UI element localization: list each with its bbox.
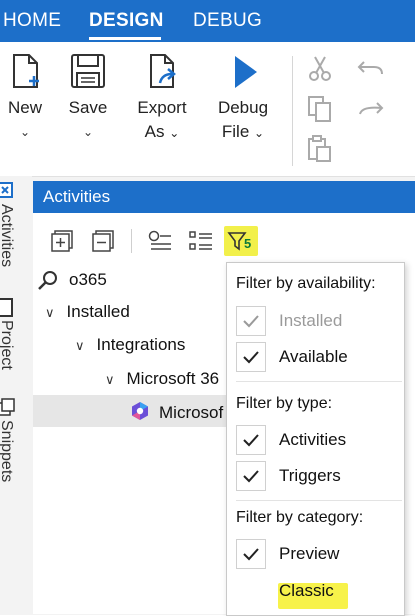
panel-title: Activities (33, 181, 415, 213)
tree-label: Microsof (159, 403, 224, 422)
cut-icon[interactable] (306, 54, 334, 82)
toolbar-divider (131, 229, 132, 253)
option-label: Classic (279, 581, 334, 600)
filter-option-preview[interactable]: Preview (236, 539, 396, 573)
debug-label-2: File (221, 122, 250, 141)
menu-divider (236, 500, 402, 501)
activities-icon (0, 182, 13, 198)
option-label: Triggers (279, 466, 341, 485)
filter-option-triggers[interactable]: Triggers (236, 461, 396, 495)
list-view-icon[interactable] (188, 229, 214, 253)
save-button[interactable]: Save ⌄ (66, 52, 110, 144)
export-label-1: Export (137, 98, 187, 117)
checkbox[interactable] (236, 425, 266, 455)
collapse-all-icon[interactable] (91, 229, 115, 253)
option-label: Preview (279, 544, 340, 563)
save-label: Save (68, 98, 108, 117)
filter-option-available[interactable]: Available (236, 342, 396, 376)
option-label: Available (279, 347, 348, 366)
side-tab-label: Project (0, 320, 15, 370)
checkmark-icon (243, 434, 259, 447)
chevron-down-icon: ∨ (75, 338, 85, 353)
availability-heading: Filter by availability: (236, 275, 376, 292)
debug-label-1: Debug (217, 98, 269, 117)
snippets-icon (0, 398, 15, 416)
ribbon: New ⌄ Save ⌄ Export As ⌄ Debug File ⌄ (0, 42, 415, 176)
active-tab-indicator (89, 37, 161, 40)
checkmark-icon (243, 470, 259, 483)
filter-count-badge: 5 (244, 236, 252, 251)
tree-item-microsoft-365[interactable]: ∨ Microsoft 36 (105, 369, 219, 399)
checkmark-icon (243, 315, 259, 328)
filter-option-installed[interactable]: Installed (236, 306, 396, 340)
chevron-down-icon: ∨ (105, 372, 115, 387)
debug-file-button[interactable]: Debug File ⌄ (212, 52, 274, 145)
tab-home[interactable]: HOME (3, 10, 61, 32)
save-icon (71, 54, 105, 88)
new-label: New (7, 98, 42, 117)
option-label: Activities (279, 430, 347, 449)
side-tab-activities[interactable]: Activities (0, 182, 27, 290)
filter-dropdown: Filter by availability: Installed Availa… (226, 262, 405, 616)
chevron-down-icon: ⌄ (254, 126, 265, 140)
tree-label: Integrations (96, 335, 186, 354)
tree-item-microsoft-activity[interactable]: Microsof (129, 400, 223, 430)
checkbox[interactable] (236, 461, 266, 491)
checkmark-icon (243, 548, 259, 561)
side-tab-snippets[interactable]: Snippets (0, 398, 27, 508)
search-icon (38, 271, 57, 290)
expand-all-icon[interactable] (50, 229, 74, 253)
menu-divider (236, 381, 402, 382)
filter-button[interactable]: 5 (224, 226, 258, 256)
checkbox[interactable] (236, 539, 266, 569)
checkbox[interactable] (236, 306, 266, 336)
filter-option-classic[interactable]: Classic (236, 576, 396, 610)
side-tab-project[interactable]: Project (0, 298, 27, 388)
play-icon (235, 56, 257, 88)
checkmark-icon (243, 351, 259, 364)
tree-item-installed[interactable]: ∨ Installed (45, 302, 130, 332)
top-tab-bar: HOME DESIGN DEBUG (0, 0, 415, 42)
tab-design[interactable]: DESIGN (89, 10, 164, 32)
chevron-down-icon: ⌄ (19, 125, 31, 139)
microsoft-365-icon (132, 402, 148, 420)
copy-icon[interactable] (306, 94, 334, 124)
chevron-down-icon: ∨ (45, 305, 55, 320)
tab-debug[interactable]: DEBUG (193, 10, 262, 32)
export-as-button[interactable]: Export As ⌄ (132, 52, 192, 145)
option-label: Installed (279, 311, 343, 330)
chevron-down-icon: ⌄ (169, 126, 180, 140)
search-list-icon[interactable] (147, 229, 173, 253)
new-file-icon (13, 54, 39, 88)
category-heading: Filter by category: (236, 509, 364, 526)
undo-icon[interactable] (356, 56, 386, 80)
side-tab-label: Activities (0, 204, 15, 268)
search-value: o365 (69, 270, 107, 289)
chevron-down-icon: ⌄ (82, 125, 94, 139)
tree-label: Microsoft 36 (126, 369, 220, 388)
new-button[interactable]: New ⌄ (3, 52, 47, 144)
checkbox[interactable] (236, 342, 266, 372)
tree-label: Installed (66, 302, 130, 321)
project-icon (0, 298, 13, 317)
ribbon-divider (292, 56, 293, 166)
side-tab-label: Snippets (0, 420, 15, 483)
filter-option-activities[interactable]: Activities (236, 425, 396, 459)
tree-item-integrations[interactable]: ∨ Integrations (75, 335, 185, 365)
type-heading: Filter by type: (236, 395, 333, 412)
export-icon (150, 54, 176, 88)
redo-icon[interactable] (356, 98, 386, 122)
export-label-2: As (144, 122, 165, 141)
paste-icon[interactable] (306, 134, 334, 164)
side-tabs: Activities Project Snippets (0, 176, 32, 614)
